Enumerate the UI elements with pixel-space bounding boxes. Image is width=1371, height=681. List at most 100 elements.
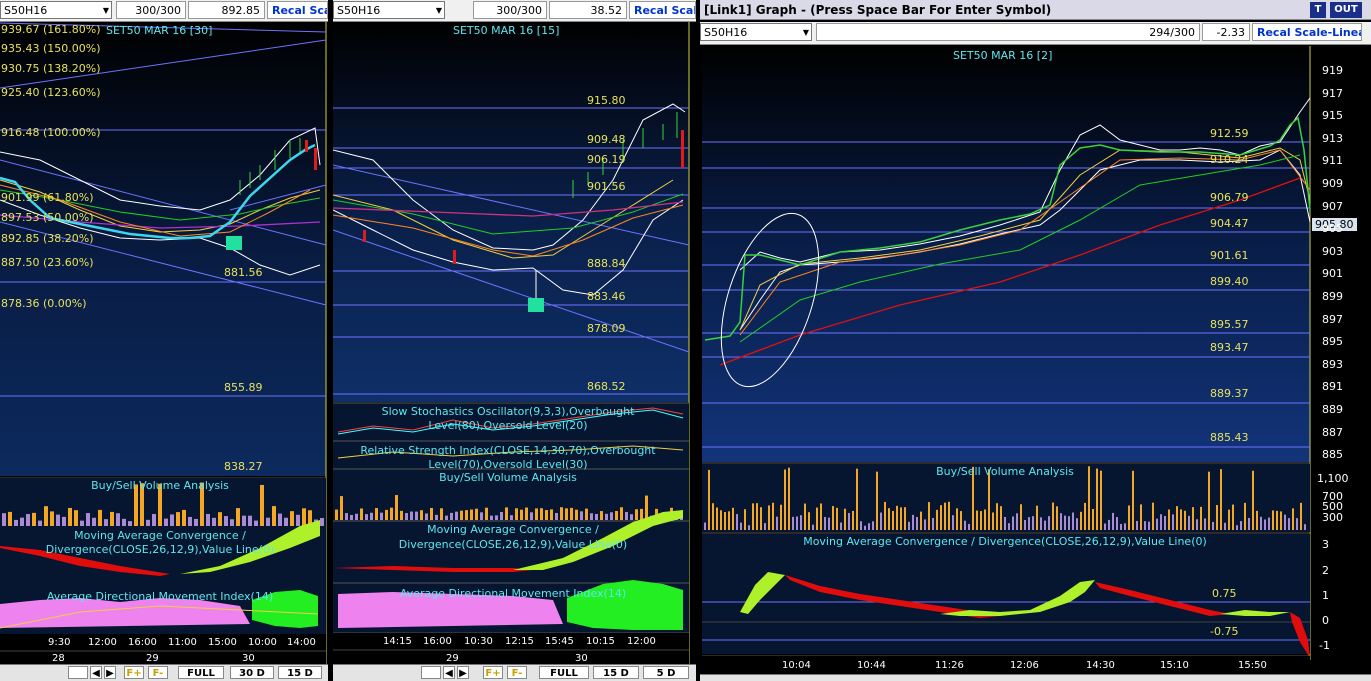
macd-tick: -1 bbox=[1319, 639, 1330, 652]
price-level: 899.40 bbox=[1210, 275, 1249, 288]
volume-bar bbox=[1120, 524, 1122, 530]
volume-bar bbox=[182, 509, 186, 526]
volume-bar bbox=[242, 515, 246, 526]
volume-bar bbox=[1068, 516, 1070, 530]
symbol-select[interactable]: S50H16 ▼ bbox=[700, 23, 812, 41]
time-tick: 10:30 bbox=[464, 636, 493, 647]
volume-bar bbox=[600, 511, 603, 520]
zoom-out-icon[interactable]: F- bbox=[148, 666, 168, 679]
volume-bar bbox=[495, 515, 498, 520]
volume-bar bbox=[248, 515, 252, 526]
volume-bar bbox=[370, 512, 373, 520]
scroll-right-icon[interactable]: ▶ bbox=[104, 666, 116, 679]
volume-bar bbox=[266, 517, 270, 526]
volume-bar bbox=[1172, 514, 1174, 530]
scroll-left-icon[interactable]: ◀ bbox=[443, 666, 455, 679]
volume-bar bbox=[480, 512, 483, 520]
volume-bar bbox=[1108, 519, 1110, 530]
t-button[interactable]: T bbox=[1310, 2, 1326, 18]
volume-bar bbox=[920, 511, 922, 530]
scroll-right-icon[interactable]: ▶ bbox=[457, 666, 469, 679]
volume-bar bbox=[535, 508, 538, 520]
recal-scale-button[interactable]: Recal Scale bbox=[629, 1, 696, 19]
panel3-canvas bbox=[702, 46, 1311, 681]
volume-bar bbox=[1040, 517, 1042, 530]
chart-title: SET50 MAR 16 [2] bbox=[953, 49, 1053, 62]
zoom-in-icon[interactable]: F+ bbox=[483, 666, 503, 679]
volume-bar bbox=[788, 467, 790, 530]
volume-bar bbox=[340, 496, 343, 520]
volume-bar bbox=[984, 509, 986, 530]
range-15d-button[interactable]: 15 D bbox=[278, 666, 322, 679]
y-tick: 905 bbox=[1322, 222, 1343, 236]
volume-bar bbox=[296, 514, 300, 526]
range-30d-button[interactable]: 30 D bbox=[230, 666, 274, 679]
y-tick: 885 bbox=[1322, 448, 1343, 462]
volume-bar bbox=[224, 516, 228, 526]
price-level: 881.56 bbox=[224, 266, 263, 279]
volume-bar bbox=[980, 511, 982, 530]
volume-bar bbox=[844, 508, 846, 530]
volume-bar bbox=[704, 522, 706, 530]
range-5d-button[interactable]: 5 D bbox=[643, 666, 689, 679]
chart-title: SET50 MAR 16 [15] bbox=[453, 24, 560, 37]
volume-bar bbox=[1180, 509, 1182, 530]
panel2-bottombar: ◀ ▶ F+ F- FULL 15 D 5 D bbox=[333, 664, 696, 681]
panel1-canvas bbox=[0, 21, 327, 665]
last-value: 38.52 bbox=[549, 1, 627, 19]
volume-bar bbox=[540, 508, 543, 520]
bars-count: 300/300 bbox=[116, 1, 186, 19]
range-full-button[interactable]: FULL bbox=[178, 666, 224, 679]
scroll-left-icon[interactable]: ◀ bbox=[90, 666, 102, 679]
scroll-thumb[interactable] bbox=[421, 666, 441, 679]
fib-level: 901.99 (61.80%) bbox=[1, 191, 94, 204]
y-tick: 911 bbox=[1322, 154, 1343, 168]
macd-tick: 1 bbox=[1322, 589, 1329, 602]
indicator-label-rsi: Relative Strength Index(CLOSE,14,30,70),… bbox=[360, 444, 656, 471]
range-15d-button[interactable]: 15 D bbox=[593, 666, 639, 679]
volume-bar bbox=[630, 514, 633, 520]
symbol-select[interactable]: S50H16 ▼ bbox=[333, 1, 445, 19]
volume-bar bbox=[68, 507, 72, 526]
volume-bar bbox=[944, 502, 946, 530]
volume-bar bbox=[860, 521, 862, 530]
volume-bar bbox=[50, 511, 54, 526]
volume-bar bbox=[1100, 470, 1102, 530]
price-level: 855.89 bbox=[224, 381, 263, 394]
volume-bar bbox=[1104, 523, 1106, 530]
time-tick: 9:30 bbox=[48, 637, 71, 648]
volume-bar bbox=[748, 525, 750, 530]
volume-bar bbox=[345, 513, 348, 520]
recal-scale-button[interactable]: Recal Scale bbox=[267, 1, 328, 19]
volume-bar bbox=[430, 507, 433, 520]
volume-bar bbox=[380, 512, 383, 520]
volume-bar bbox=[272, 506, 276, 526]
time-tick: 11:26 bbox=[935, 660, 964, 671]
volume-bar bbox=[1212, 521, 1214, 530]
volume-bar bbox=[450, 512, 453, 520]
recal-scale-linear-button[interactable]: Recal Scale-Linear bbox=[1252, 23, 1362, 41]
volume-bar bbox=[8, 511, 12, 526]
range-full-button[interactable]: FULL bbox=[539, 666, 589, 679]
symbol-value: S50H16 bbox=[4, 4, 48, 17]
out-button[interactable]: OUT bbox=[1330, 2, 1362, 18]
volume-bar bbox=[1196, 519, 1198, 530]
volume-bar bbox=[956, 508, 958, 530]
volume-bar bbox=[892, 510, 894, 530]
symbol-select[interactable]: S50H16 ▼ bbox=[0, 1, 112, 19]
volume-bar bbox=[1216, 504, 1218, 530]
volume-bar bbox=[928, 502, 930, 530]
volume-bar bbox=[590, 513, 593, 520]
volume-bar bbox=[784, 469, 786, 530]
volume-bar bbox=[724, 511, 726, 530]
macd-tick: 0 bbox=[1322, 614, 1329, 627]
price-level: 901.56 bbox=[587, 180, 626, 193]
volume-bar bbox=[884, 501, 886, 530]
zoom-in-icon[interactable]: F+ bbox=[124, 666, 144, 679]
price-level: 889.37 bbox=[1210, 387, 1249, 400]
volume-bar bbox=[550, 509, 553, 520]
scroll-thumb[interactable] bbox=[68, 666, 88, 679]
volume-bar bbox=[465, 510, 468, 520]
indicator-label-stochastics: Slow Stochastics Oscillator(9,3,3),Overb… bbox=[381, 405, 635, 432]
zoom-out-icon[interactable]: F- bbox=[507, 666, 527, 679]
